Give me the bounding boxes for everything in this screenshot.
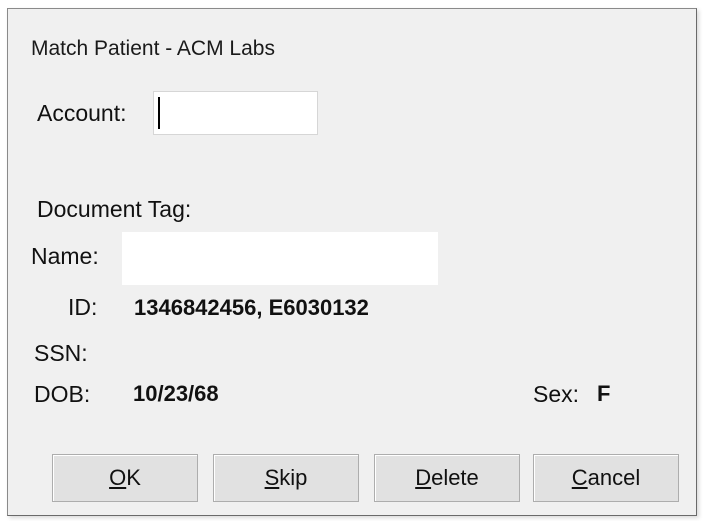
ok-label-rest: K bbox=[126, 465, 141, 490]
cancel-button[interactable]: Cancel bbox=[533, 454, 679, 502]
title-bar[interactable]: Match Patient - ACM Labs bbox=[8, 9, 696, 82]
match-patient-dialog: Match Patient - ACM Labs Account: Docume… bbox=[7, 8, 697, 516]
text-caret bbox=[158, 97, 160, 129]
name-label: Name: bbox=[31, 243, 99, 269]
skip-mnemonic: S bbox=[264, 465, 280, 490]
cancel-label-rest: ancel bbox=[587, 465, 641, 490]
dob-value: 10/23/68 bbox=[133, 381, 219, 406]
document-tag-label: Document Tag: bbox=[37, 196, 192, 222]
cancel-mnemonic: C bbox=[571, 465, 588, 490]
dialog-body: Account: Document Tag: Name: ID: 1346842… bbox=[16, 81, 688, 507]
ok-mnemonic: O bbox=[109, 465, 127, 490]
id-value: 1346842456, E6030132 bbox=[134, 295, 369, 320]
account-label: Account: bbox=[37, 100, 127, 126]
delete-mnemonic: D bbox=[415, 465, 432, 490]
sex-value: F bbox=[597, 381, 611, 406]
ssn-label: SSN: bbox=[34, 340, 88, 366]
delete-label-rest: elete bbox=[431, 465, 479, 490]
dob-label: DOB: bbox=[34, 381, 91, 407]
account-input[interactable] bbox=[153, 91, 318, 135]
ok-button[interactable]: OK bbox=[52, 454, 198, 502]
skip-label-rest: kip bbox=[279, 465, 308, 490]
window-title: Match Patient - ACM Labs bbox=[31, 37, 275, 60]
skip-button[interactable]: Skip bbox=[213, 454, 359, 502]
sex-label: Sex: bbox=[533, 381, 580, 407]
delete-button[interactable]: Delete bbox=[374, 454, 520, 502]
id-label: ID: bbox=[68, 294, 98, 320]
name-value-box bbox=[122, 232, 438, 285]
